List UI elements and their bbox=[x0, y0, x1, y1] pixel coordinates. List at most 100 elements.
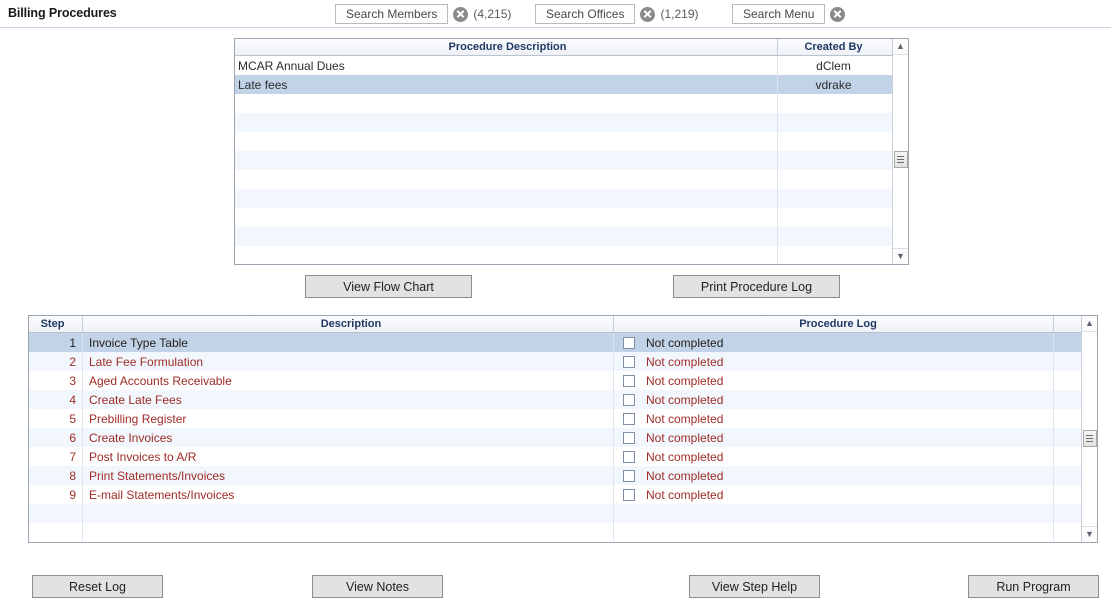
cell-created-by: vdrake bbox=[815, 77, 852, 92]
table-row-empty[interactable] bbox=[235, 94, 908, 113]
print-procedure-log-button[interactable]: Print Procedure Log bbox=[673, 275, 840, 298]
cell-step-description: Prebilling Register bbox=[83, 409, 614, 428]
cell-step-description: E-mail Statements/Invoices bbox=[83, 485, 614, 504]
table-row-empty[interactable] bbox=[235, 151, 908, 170]
chevron-down-icon-steps[interactable]: ▼ bbox=[1081, 526, 1097, 542]
procedures-grid-header: Procedure Description Created By bbox=[235, 39, 908, 56]
procedures-scrollbar[interactable]: ▲ ▼ bbox=[892, 39, 908, 264]
cell-step-number: 7 bbox=[29, 447, 83, 466]
close-circle-icon-members[interactable] bbox=[453, 6, 469, 22]
cell-procedure-log: Not completed bbox=[614, 352, 1054, 371]
checkbox-step-complete[interactable] bbox=[623, 355, 635, 368]
cell-procedure-log: Not completed bbox=[614, 390, 1054, 409]
cell-step-description: Post Invoices to A/R bbox=[83, 447, 614, 466]
cell-procedure-description: Late fees bbox=[235, 75, 778, 94]
steps-scrollbar[interactable]: ▲ ▼ bbox=[1081, 316, 1097, 542]
column-header-procedure-description[interactable]: Procedure Description bbox=[235, 39, 778, 55]
search-menu-button[interactable]: Search Menu bbox=[732, 4, 826, 24]
table-row-empty[interactable] bbox=[29, 523, 1097, 542]
cell-procedure-log-text: Not completed bbox=[646, 373, 724, 388]
cell-step-number: 9 bbox=[29, 485, 83, 504]
cell-step-number: 8 bbox=[29, 466, 83, 485]
cell-procedure-log-text: Not completed bbox=[646, 468, 724, 483]
cell-procedure-log-text: Not completed bbox=[646, 335, 724, 350]
table-row[interactable]: 4 Create Late Fees Not completed bbox=[29, 390, 1097, 409]
cell-step-number: 5 bbox=[29, 409, 83, 428]
cell-step-description: Late Fee Formulation bbox=[83, 352, 614, 371]
column-header-step[interactable]: Step bbox=[29, 316, 83, 332]
steps-grid[interactable]: Step Description Procedure Log 1 Invoice … bbox=[28, 315, 1098, 543]
search-menu-group: Search Menu bbox=[732, 4, 846, 24]
chevron-down-icon-procedures[interactable]: ▼ bbox=[892, 248, 908, 264]
procedures-scroll-thumb[interactable] bbox=[893, 151, 908, 168]
close-circle-icon-menu[interactable] bbox=[830, 6, 846, 22]
page-title: Billing Procedures bbox=[8, 6, 117, 20]
table-row-empty[interactable] bbox=[235, 170, 908, 189]
cell-step-number: 1 bbox=[29, 333, 83, 352]
column-header-procedure-log[interactable]: Procedure Log bbox=[614, 316, 1054, 332]
title-bar: Billing Procedures Search Members (4,215… bbox=[0, 0, 1111, 28]
cell-step-description: Invoice Type Table bbox=[83, 333, 614, 352]
procedures-grid-body: MCAR Annual Dues dClem Late fees vdrake bbox=[235, 56, 908, 264]
view-step-help-button[interactable]: View Step Help bbox=[689, 575, 820, 598]
procedures-grid[interactable]: Procedure Description Created By MCAR An… bbox=[234, 38, 909, 265]
table-row-empty[interactable] bbox=[235, 132, 908, 151]
column-header-created-by[interactable]: Created By bbox=[778, 39, 889, 55]
table-row[interactable]: 9 E-mail Statements/Invoices Not completed bbox=[29, 485, 1097, 504]
table-row-empty[interactable] bbox=[235, 189, 908, 208]
table-row-empty[interactable] bbox=[29, 504, 1097, 523]
cell-procedure-log: Not completed bbox=[614, 466, 1054, 485]
table-row[interactable]: 5 Prebilling Register Not completed bbox=[29, 409, 1097, 428]
checkbox-step-complete[interactable] bbox=[623, 336, 635, 349]
cell-step-description: Create Late Fees bbox=[83, 390, 614, 409]
steps-scroll-thumb[interactable] bbox=[1082, 430, 1097, 447]
search-offices-button[interactable]: Search Offices bbox=[535, 4, 636, 24]
table-row-empty[interactable] bbox=[235, 113, 908, 132]
cell-procedure-log: Not completed bbox=[614, 371, 1054, 390]
table-row[interactable]: Late fees vdrake bbox=[235, 75, 908, 94]
search-members-button[interactable]: Search Members bbox=[335, 4, 449, 24]
steps-scroll-track[interactable] bbox=[1082, 332, 1098, 526]
checkbox-step-complete[interactable] bbox=[623, 450, 635, 463]
table-row[interactable]: 8 Print Statements/Invoices Not completed bbox=[29, 466, 1097, 485]
cell-procedure-log: Not completed bbox=[614, 447, 1054, 466]
close-circle-icon-offices[interactable] bbox=[640, 6, 656, 22]
cell-step-number: 3 bbox=[29, 371, 83, 390]
checkbox-step-complete[interactable] bbox=[623, 393, 635, 406]
checkbox-step-complete[interactable] bbox=[623, 431, 635, 444]
checkbox-step-complete[interactable] bbox=[623, 469, 635, 482]
cell-procedure-log-text: Not completed bbox=[646, 392, 724, 407]
cell-procedure-log-text: Not completed bbox=[646, 411, 724, 426]
reset-log-button[interactable]: Reset Log bbox=[32, 575, 163, 598]
table-row[interactable]: MCAR Annual Dues dClem bbox=[235, 56, 908, 75]
chevron-up-icon-steps[interactable]: ▲ bbox=[1081, 316, 1097, 332]
cell-created-by: dClem bbox=[816, 58, 851, 73]
procedures-scroll-track[interactable] bbox=[893, 55, 909, 248]
cell-step-description: Aged Accounts Receivable bbox=[83, 371, 614, 390]
cell-step-description: Print Statements/Invoices bbox=[83, 466, 614, 485]
table-row[interactable]: 3 Aged Accounts Receivable Not completed bbox=[29, 371, 1097, 390]
cell-step-number: 4 bbox=[29, 390, 83, 409]
cell-step-number: 6 bbox=[29, 428, 83, 447]
cell-step-description: Create Invoices bbox=[83, 428, 614, 447]
table-row[interactable]: 6 Create Invoices Not completed bbox=[29, 428, 1097, 447]
table-row[interactable]: 1 Invoice Type Table Not completed bbox=[29, 333, 1097, 352]
table-row[interactable]: 7 Post Invoices to A/R Not completed bbox=[29, 447, 1097, 466]
run-program-button[interactable]: Run Program bbox=[968, 575, 1099, 598]
checkbox-step-complete[interactable] bbox=[623, 374, 635, 387]
search-offices-group: Search Offices (1,219) bbox=[535, 4, 699, 24]
chevron-up-icon-procedures[interactable]: ▲ bbox=[892, 39, 908, 55]
table-row-empty[interactable] bbox=[235, 208, 908, 227]
cell-procedure-log-text: Not completed bbox=[646, 449, 724, 464]
column-header-description[interactable]: Description bbox=[83, 316, 614, 332]
checkbox-step-complete[interactable] bbox=[623, 488, 635, 501]
table-row-empty[interactable] bbox=[235, 246, 908, 264]
checkbox-step-complete[interactable] bbox=[623, 412, 635, 425]
cell-procedure-log: Not completed bbox=[614, 409, 1054, 428]
cell-procedure-description: MCAR Annual Dues bbox=[235, 56, 778, 75]
cell-procedure-log-text: Not completed bbox=[646, 430, 724, 445]
table-row[interactable]: 2 Late Fee Formulation Not completed bbox=[29, 352, 1097, 371]
view-flow-chart-button[interactable]: View Flow Chart bbox=[305, 275, 472, 298]
table-row-empty[interactable] bbox=[235, 227, 908, 246]
view-notes-button[interactable]: View Notes bbox=[312, 575, 443, 598]
